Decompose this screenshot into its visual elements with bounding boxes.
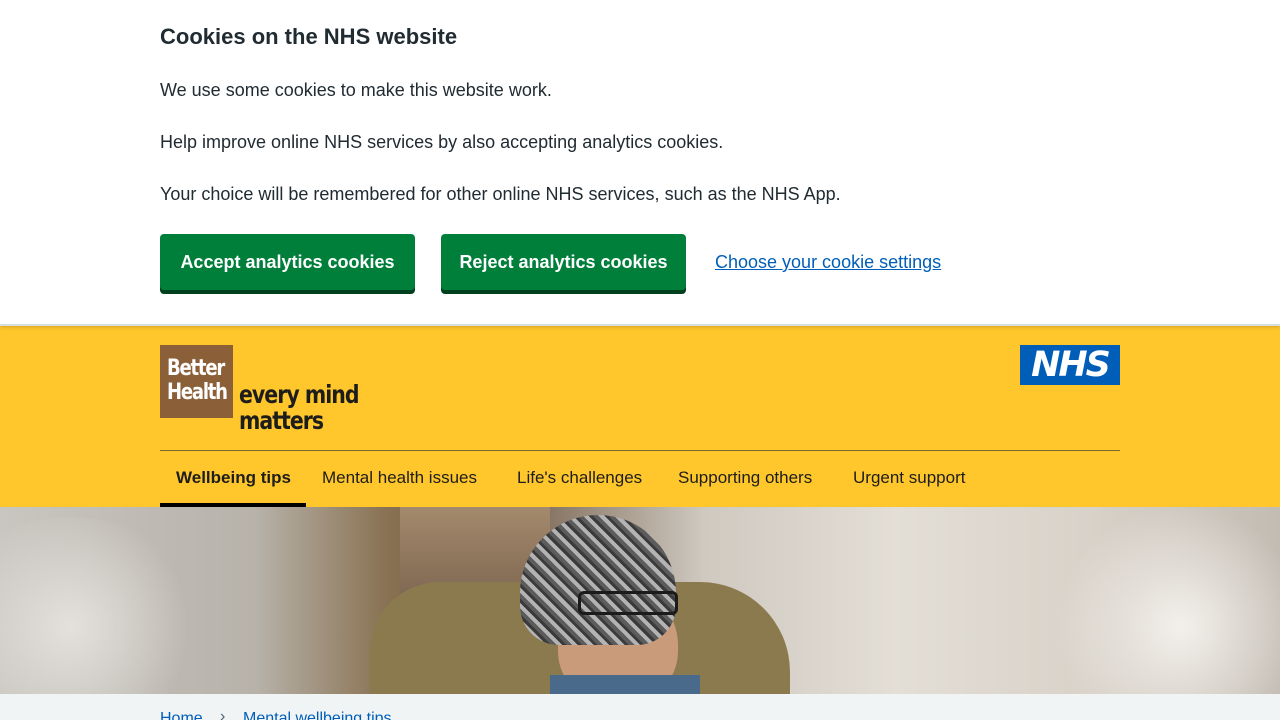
breadcrumb-separator: › <box>220 708 226 720</box>
logo-text-better: Better <box>167 356 225 381</box>
hero-bokeh-right <box>1050 507 1280 694</box>
breadcrumb-mental-wellbeing-tips-link[interactable]: Mental wellbeing tips <box>243 710 392 720</box>
hero-person-beanie <box>520 515 676 645</box>
cookie-banner-text: Your choice will be remembered for other… <box>160 184 841 204</box>
nav-item-lifes-challenges[interactable]: Life's challenges <box>501 451 658 507</box>
site-header: Better Health every mind matters NHS Wel… <box>0 326 1280 507</box>
hero-person-shirt <box>550 675 700 694</box>
nhs-logo[interactable]: NHS <box>1020 345 1120 385</box>
hero-image <box>0 507 1280 694</box>
cookie-settings-link[interactable]: Choose your cookie settings <box>715 252 941 273</box>
nav-item-wellbeing-tips[interactable]: Wellbeing tips <box>160 451 306 507</box>
nav-item-mental-health-issues[interactable]: Mental health issues <box>306 451 493 507</box>
hero-bokeh-left <box>0 517 200 694</box>
nav-item-urgent-support[interactable]: Urgent support <box>837 451 981 507</box>
cookie-banner-title: Cookies on the NHS website <box>160 24 458 49</box>
hero-person <box>520 507 720 694</box>
accept-analytics-cookies-button[interactable]: Accept analytics cookies <box>160 234 415 290</box>
logo-text-health: Health <box>167 380 228 405</box>
logo-text-matters: matters <box>239 406 324 435</box>
cookie-banner-text: We use some cookies to make this website… <box>160 80 552 100</box>
logo-text-every-mind: every mind <box>239 380 360 409</box>
cookie-banner: Cookies on the NHS website We use some c… <box>0 0 1280 326</box>
cookie-banner-text: Help improve online NHS services by also… <box>160 132 724 152</box>
reject-analytics-cookies-button[interactable]: Reject analytics cookies <box>441 234 686 290</box>
every-mind-matters-logo[interactable]: every mind matters <box>239 380 360 435</box>
nav-item-supporting-others[interactable]: Supporting others <box>662 451 828 507</box>
breadcrumb: Home › Mental wellbeing tips <box>0 694 1280 720</box>
breadcrumb-home-link[interactable]: Home <box>160 710 203 720</box>
hero-person-glasses <box>578 591 678 615</box>
better-health-logo[interactable]: Better Health <box>160 345 233 418</box>
